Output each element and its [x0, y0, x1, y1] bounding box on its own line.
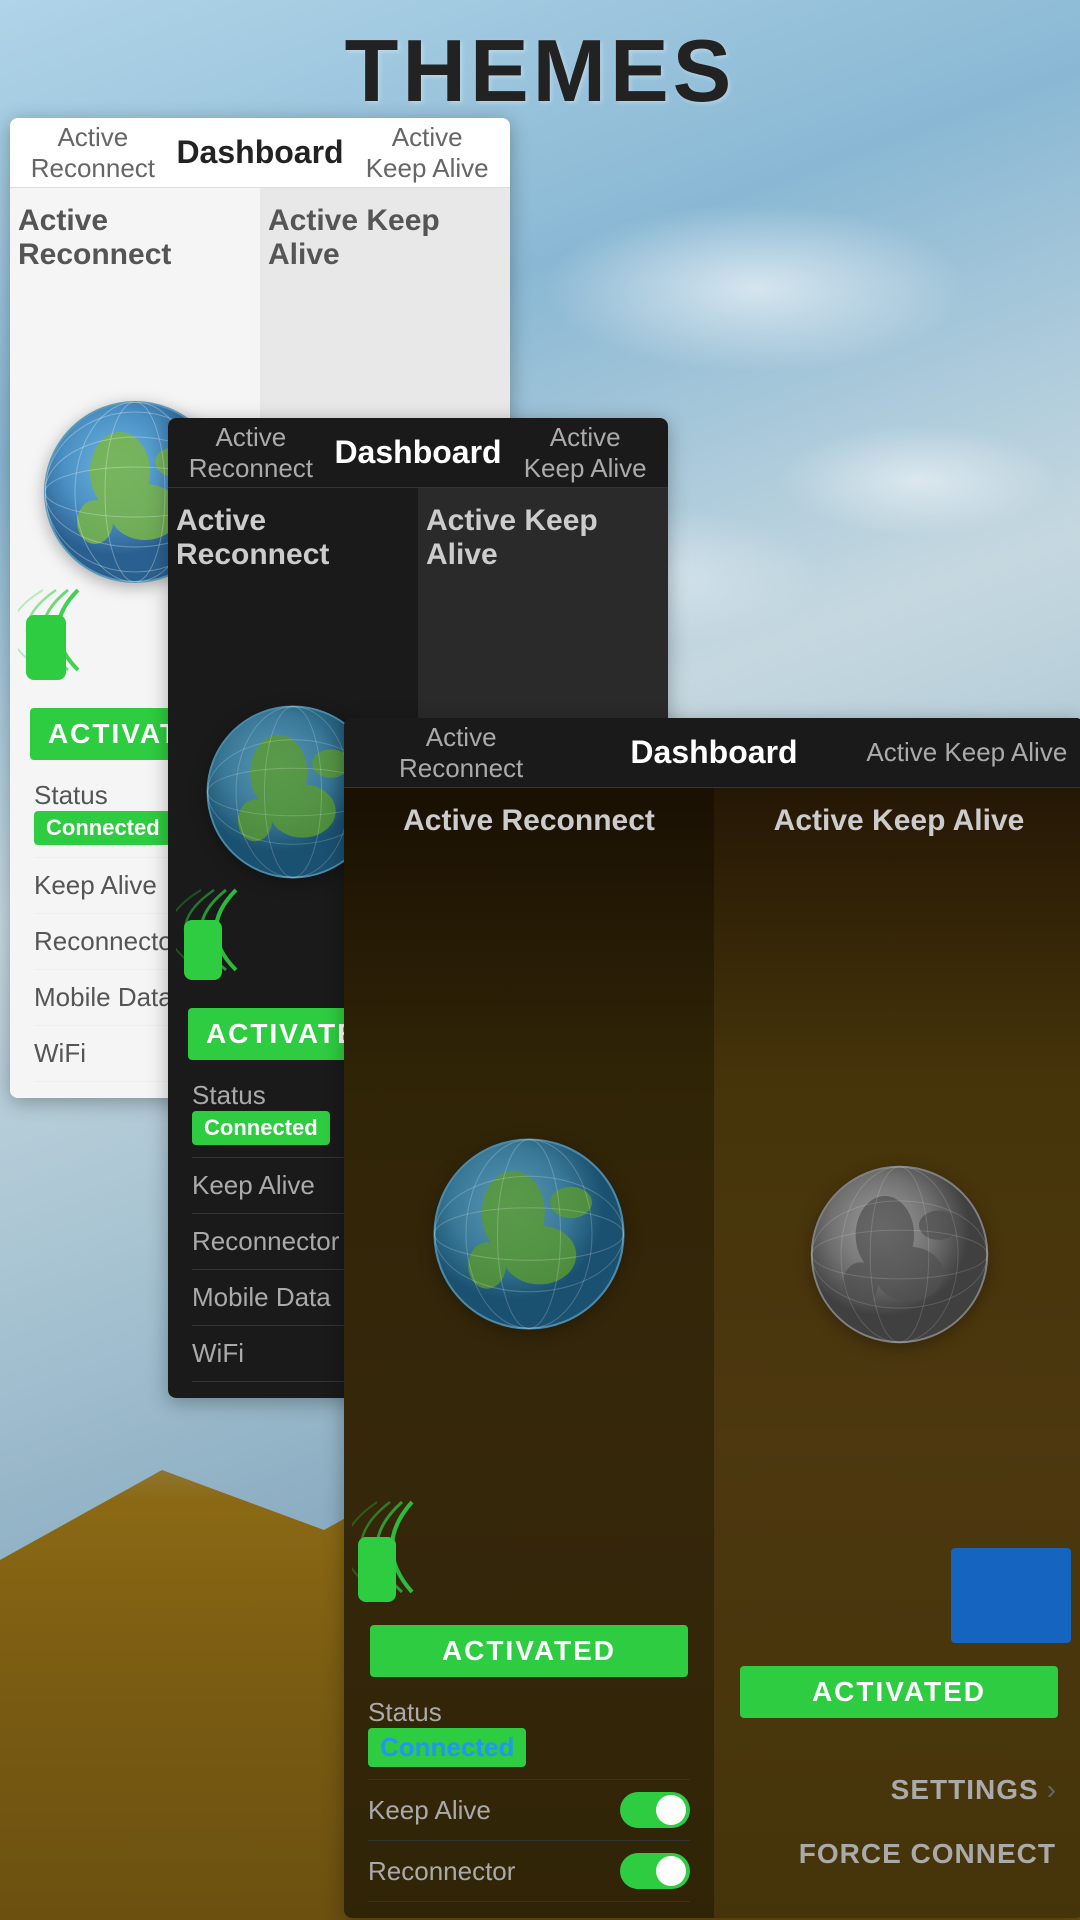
reconnector-label-card2: Reconnector: [192, 1226, 339, 1256]
keepalive-toggle-card3[interactable]: [620, 1792, 690, 1828]
mobiledata-label-card2: Mobile Data: [192, 1282, 331, 1312]
globe-keepalive-card3: [802, 1157, 997, 1352]
activated-bar-right-card3[interactable]: ACTIVATED: [740, 1666, 1059, 1718]
phone-icon-card1: [26, 615, 66, 680]
tab-keepalive-card3[interactable]: Active Keep Alive: [866, 737, 1068, 768]
tab-reconnect-card3[interactable]: Active Reconnect: [360, 722, 562, 784]
keepalive-label-card1: Keep Alive: [34, 870, 157, 900]
tab-dashboard-card3[interactable]: Dashboard: [562, 734, 865, 771]
panel-keepalive-title-card2: Active Keep Alive: [426, 504, 660, 572]
status-value-card2: Connected: [192, 1111, 330, 1145]
force-connect-button[interactable]: FORCE CONNECT: [799, 1838, 1056, 1870]
panel-reconnect-title-card2: Active Reconnect: [176, 504, 410, 572]
panel-reconnect-title-card3: Active Reconnect: [403, 804, 655, 838]
panel-keepalive-title-card3: Active Keep Alive: [774, 804, 1025, 838]
phone-icon-card3: [358, 1537, 396, 1602]
reconnector-row-card3: Reconnector: [368, 1841, 690, 1902]
panel-reconnect-card3: Active Reconnect: [344, 788, 714, 1918]
status-value-card3: Connected: [368, 1728, 526, 1767]
wifi-label-card2: WiFi: [192, 1338, 244, 1368]
panel-row-card3: Active Reconnect: [344, 788, 1080, 1918]
panel-keepalive-title-card1: Active Keep Alive: [268, 204, 502, 272]
tab-dashboard-card1[interactable]: Dashboard: [160, 134, 361, 171]
keepalive-toggle-row-card3: Keep Alive: [368, 1780, 690, 1841]
status-row-card3: Status Connected: [368, 1685, 690, 1780]
activated-bar-card3[interactable]: ACTIVATED: [370, 1625, 689, 1677]
tab-keepalive-card2[interactable]: Active Keep Alive: [518, 422, 652, 484]
info-section-card3: Status Connected Keep Alive Reconnector: [352, 1685, 706, 1902]
settings-row-card3: SETTINGS ›: [742, 1758, 1056, 1822]
globe-area-keepalive-card3: [722, 850, 1076, 1658]
globe-area-reconnect-card3: [352, 850, 706, 1617]
panel-keepalive-card3: Active Keep Alive: [714, 788, 1080, 1918]
wifi-label-card1: WiFi: [34, 1038, 86, 1068]
settings-button[interactable]: SETTINGS: [891, 1774, 1039, 1806]
keepalive-label-card3: Keep Alive: [368, 1795, 491, 1826]
keepalive-label-card2: Keep Alive: [192, 1170, 315, 1200]
tab-reconnect-card1[interactable]: Active Reconnect: [26, 122, 160, 184]
globe-reconnect-card3: [424, 1129, 634, 1339]
reconnector-toggle-card3[interactable]: [620, 1853, 690, 1889]
page-title: THEMES: [0, 20, 1080, 122]
mobiledata-label-card1: Mobile Data: [34, 982, 173, 1012]
force-connect-row-card3: FORCE CONNECT: [742, 1822, 1056, 1886]
tab-bar-card1: Active Reconnect Dashboard Active Keep A…: [10, 118, 510, 188]
status-value-card1: Connected: [34, 811, 172, 845]
blue-overlay-card3: [951, 1548, 1071, 1643]
tab-reconnect-card2[interactable]: Active Reconnect: [184, 422, 318, 484]
tab-dashboard-card2[interactable]: Dashboard: [318, 434, 519, 471]
tab-bar-card2: Active Reconnect Dashboard Active Keep A…: [168, 418, 668, 488]
bottom-actions-card3: SETTINGS › FORCE CONNECT: [722, 1742, 1076, 1902]
reconnector-label-card3: Reconnector: [368, 1856, 515, 1887]
reconnector-label-card1: Reconnector: [34, 926, 181, 956]
chevron-icon: ›: [1047, 1774, 1056, 1806]
panel-reconnect-title-card1: Active Reconnect: [18, 204, 252, 272]
theme-card-3[interactable]: Active Reconnect Dashboard Active Keep A…: [344, 718, 1080, 1918]
status-label-card3: Status: [368, 1697, 690, 1728]
phone-icon-card2: [184, 920, 222, 980]
tab-bar-card3: Active Reconnect Dashboard Active Keep A…: [344, 718, 1080, 788]
tab-keepalive-card1[interactable]: Active Keep Alive: [360, 122, 494, 184]
